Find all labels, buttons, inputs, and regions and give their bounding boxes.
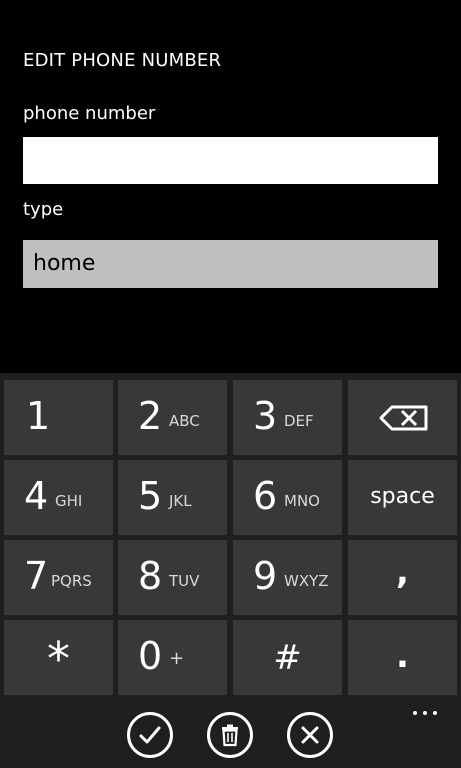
app-bar (0, 703, 461, 768)
key-letters: + (169, 648, 185, 669)
key-8[interactable]: 8 TUV (118, 540, 227, 615)
star-label: * (47, 632, 70, 686)
keypad: 1 2 ABC 3 DEF 4 GHI 5 JKL 6 MNO space 7 … (0, 373, 461, 703)
key-letters: TUV (169, 572, 200, 590)
ellipsis-dot (433, 711, 437, 715)
close-icon (301, 726, 319, 744)
period-key[interactable]: . (348, 620, 457, 695)
check-icon (139, 726, 161, 744)
key-digit: 9 (253, 554, 278, 598)
backspace-key[interactable] (348, 380, 457, 455)
key-digit: 0 (138, 634, 163, 678)
key-digit: 4 (24, 474, 49, 518)
type-label: type (23, 199, 64, 220)
more-button[interactable] (411, 709, 441, 719)
key-3[interactable]: 3 DEF (233, 380, 342, 455)
key-letters: DEF (284, 412, 314, 430)
key-digit: 5 (138, 474, 163, 518)
key-0[interactable]: 0 + (118, 620, 227, 695)
key-2[interactable]: 2 ABC (118, 380, 227, 455)
key-digit: 1 (26, 394, 51, 438)
key-letters: WXYZ (284, 572, 329, 590)
key-digit: 7 (24, 554, 49, 598)
key-6[interactable]: 6 MNO (233, 460, 342, 535)
key-digit: 3 (253, 394, 278, 438)
ellipsis-dot (423, 711, 427, 715)
save-button[interactable] (127, 712, 173, 758)
delete-button[interactable] (207, 712, 253, 758)
key-letters: MNO (284, 492, 320, 510)
key-digit: 8 (138, 554, 163, 598)
key-digit: 6 (253, 474, 278, 518)
star-key[interactable]: * (4, 620, 113, 695)
hash-key[interactable]: # (233, 620, 342, 695)
comma-label: , (396, 552, 409, 592)
cancel-button[interactable] (287, 712, 333, 758)
hash-label: # (273, 638, 302, 678)
comma-key[interactable]: , (348, 540, 457, 615)
backspace-icon (379, 405, 428, 431)
key-letters: JKL (169, 492, 192, 510)
key-digit: 2 (138, 394, 163, 438)
ellipsis-icon (413, 711, 417, 715)
space-key[interactable]: space (348, 460, 457, 535)
trash-icon (222, 724, 238, 747)
key-letters: ABC (169, 412, 200, 430)
type-select[interactable]: home (23, 240, 438, 288)
key-7[interactable]: 7 PQRS (4, 540, 113, 615)
key-5[interactable]: 5 JKL (118, 460, 227, 535)
key-letters: GHI (55, 492, 83, 510)
space-label: space (370, 484, 435, 509)
page-title: EDIT PHONE NUMBER (23, 50, 222, 71)
key-4[interactable]: 4 GHI (4, 460, 113, 535)
phone-number-input[interactable] (23, 137, 438, 184)
phone-number-label: phone number (23, 103, 156, 124)
key-9[interactable]: 9 WXYZ (233, 540, 342, 615)
key-1[interactable]: 1 (4, 380, 113, 455)
period-label: . (396, 636, 409, 676)
key-letters: PQRS (51, 572, 92, 590)
